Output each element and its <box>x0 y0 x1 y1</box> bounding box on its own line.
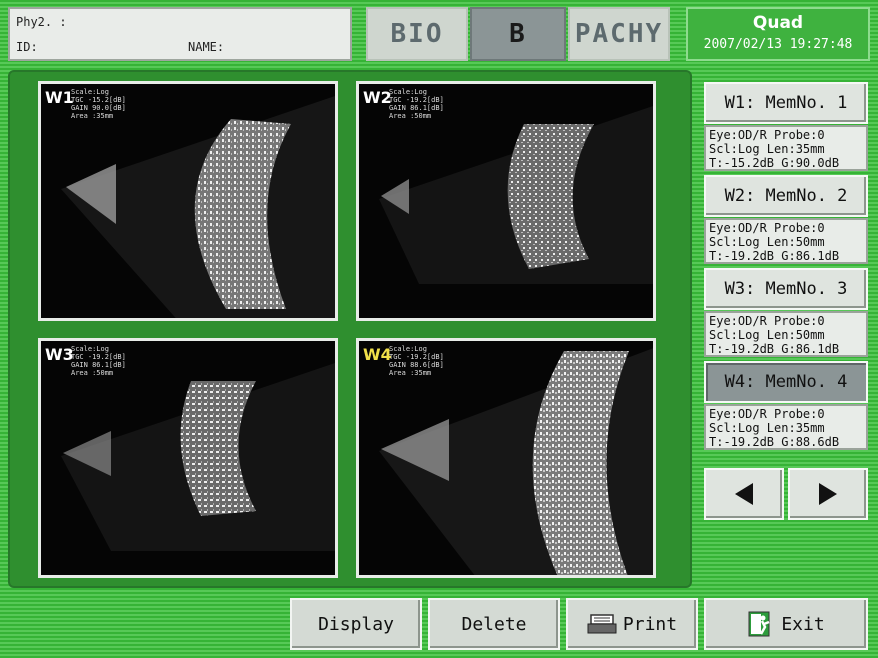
window-info-3: Scale:Log TGC -19.2[dB] GAIN 86.1[dB] Ar… <box>71 345 126 377</box>
memory-info-1-line3: T:-15.2dB G:90.0dB <box>709 156 840 170</box>
tab-pachy[interactable]: PACHY <box>568 7 670 61</box>
next-page-button[interactable] <box>788 468 868 520</box>
name-label: NAME: <box>188 40 225 54</box>
layout-status-box: Quad 2007/02/13 19:27:48 <box>686 7 870 61</box>
print-button[interactable]: Print <box>566 598 698 650</box>
delete-button-label: Delete <box>461 613 527 635</box>
exit-button-label: Exit <box>781 613 825 635</box>
memory-button-2[interactable]: W2: MemNo. 2 <box>704 175 868 217</box>
memory-button-4[interactable]: W4: MemNo. 4 <box>704 361 868 403</box>
ultrasound-window-4[interactable]: W4 Scale:Log TGC -19.2[dB] GAIN 88.6[dB]… <box>356 338 656 578</box>
memory-info-1-line1: Eye:OD/R Probe:0 <box>709 128 825 142</box>
memory-info-1: Eye:OD/R Probe:0 Scl:Log Len:35mm T:-15.… <box>704 125 868 171</box>
physician-label: Phy2. : <box>16 15 67 29</box>
window-label-3: W3 <box>45 345 74 364</box>
right-arrow-icon <box>819 483 837 505</box>
window-info-4: Scale:Log TGC -19.2[dB] GAIN 88.6[dB] Ar… <box>389 345 444 377</box>
memory-info-1-line2: Scl:Log Len:35mm <box>709 142 825 156</box>
ultrasound-window-2[interactable]: W2 Scale:Log TGC -19.2[dB] GAIN 86.1[dB]… <box>356 81 656 321</box>
patient-info-box: Phy2. : ID: NAME: <box>8 7 352 61</box>
print-button-label: Print <box>622 613 678 635</box>
memory-info-2-line3: T:-19.2dB G:86.1dB <box>709 249 840 263</box>
memory-info-3: Eye:OD/R Probe:0 Scl:Log Len:50mm T:-19.… <box>704 311 868 357</box>
memory-button-1[interactable]: W1: MemNo. 1 <box>704 82 868 124</box>
memory-button-3[interactable]: W3: MemNo. 3 <box>704 268 868 310</box>
display-button-label: Display <box>318 613 394 635</box>
display-button[interactable]: Display <box>290 598 422 650</box>
memory-info-3-line2: Scl:Log Len:50mm <box>709 328 825 342</box>
exit-door-icon <box>748 611 770 637</box>
memory-info-4-line1: Eye:OD/R Probe:0 <box>709 407 825 421</box>
memory-info-3-line1: Eye:OD/R Probe:0 <box>709 314 825 328</box>
prev-page-button[interactable] <box>704 468 784 520</box>
memory-info-2-line1: Eye:OD/R Probe:0 <box>709 221 825 235</box>
datetime-label: 2007/02/13 19:27:48 <box>703 37 853 52</box>
tab-b-mode[interactable]: B <box>470 7 566 61</box>
window-label-4: W4 <box>363 345 392 364</box>
window-info-2: Scale:Log TGC -19.2[dB] GAIN 86.1[dB] Ar… <box>389 88 444 120</box>
ultrasound-window-1[interactable]: W1 Scale:Log TGC -15.2[dB] GAIN 90.0[dB]… <box>38 81 338 321</box>
memory-info-4: Eye:OD/R Probe:0 Scl:Log Len:35mm T:-19.… <box>704 404 868 450</box>
window-label-1: W1 <box>45 88 74 107</box>
ultrasound-window-3[interactable]: W3 Scale:Log TGC -19.2[dB] GAIN 86.1[dB]… <box>38 338 338 578</box>
memory-info-3-line3: T:-19.2dB G:86.1dB <box>709 342 840 356</box>
exit-button[interactable]: Exit <box>704 598 868 650</box>
window-info-1: Scale:Log TGC -15.2[dB] GAIN 90.0[dB] Ar… <box>71 88 126 120</box>
memory-info-2-line2: Scl:Log Len:50mm <box>709 235 825 249</box>
id-label: ID: <box>16 40 38 54</box>
layout-mode-label: Quad <box>752 13 804 33</box>
printer-icon <box>587 614 617 634</box>
delete-button[interactable]: Delete <box>428 598 560 650</box>
memory-info-2: Eye:OD/R Probe:0 Scl:Log Len:50mm T:-19.… <box>704 218 868 264</box>
left-arrow-icon <box>735 483 753 505</box>
memory-info-4-line3: T:-19.2dB G:88.6dB <box>709 435 840 449</box>
tab-bio[interactable]: BIO <box>366 7 468 61</box>
window-label-2: W2 <box>363 88 392 107</box>
memory-info-4-line2: Scl:Log Len:35mm <box>709 421 825 435</box>
